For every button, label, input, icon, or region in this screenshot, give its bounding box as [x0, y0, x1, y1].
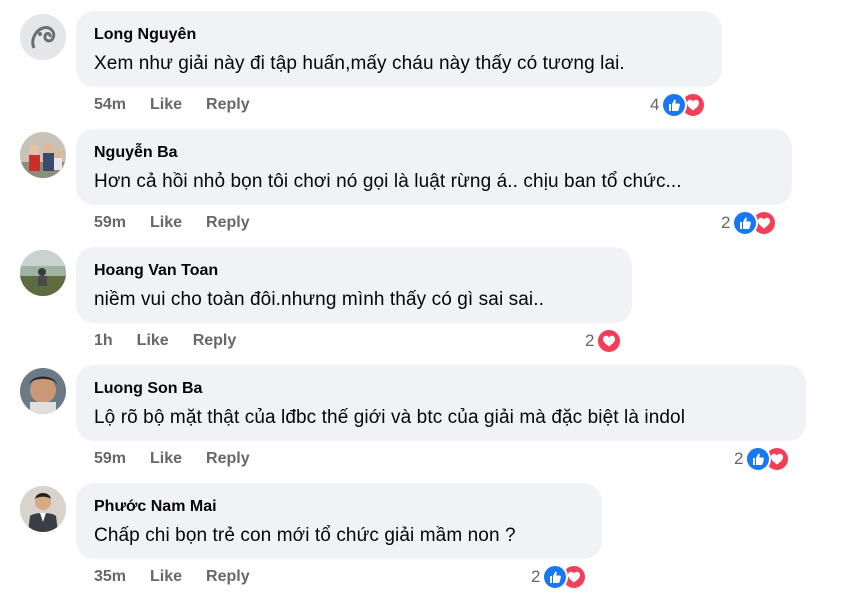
comment: Long Nguyên Xem như giải này đi tập huấn…	[0, 0, 845, 118]
reaction-summary[interactable]: 4	[650, 92, 707, 118]
comment-timestamp[interactable]: 59m	[94, 214, 126, 232]
comment-bubble: Phước Nam Mai Chấp chi bọn trẻ con mới t…	[76, 483, 602, 559]
like-button[interactable]: Like	[150, 450, 182, 468]
comment-text: Lộ rõ bộ mặt thật của lđbc thế giới và b…	[94, 407, 686, 428]
reply-button[interactable]: Reply	[206, 214, 250, 232]
reaction-summary[interactable]: 2	[531, 564, 588, 590]
comment: Phước Nam Mai Chấp chi bọn trẻ con mới t…	[0, 472, 845, 590]
comment-text: Chấp chi bọn trẻ con mới tổ chức giải mầ…	[94, 525, 516, 546]
like-button[interactable]: Like	[150, 568, 182, 586]
like-button[interactable]: Like	[137, 332, 169, 350]
reaction-count: 2	[734, 449, 744, 468]
comment-text: niềm vui cho toàn đôi.nhưng mình thấy có…	[94, 289, 544, 310]
comment-bubble: Hoang Van Toan niềm vui cho toàn đôi.như…	[76, 247, 632, 323]
comment-actions: 54m Like Reply	[94, 95, 250, 115]
comment-actions: 59m Like Reply	[94, 213, 250, 233]
avatar[interactable]	[20, 132, 66, 178]
reply-button[interactable]: Reply	[206, 96, 250, 114]
comment-timestamp[interactable]: 59m	[94, 450, 126, 468]
comment: Luong Son Ba Lộ rõ bộ mặt thật của lđbc …	[0, 354, 845, 472]
comment-author[interactable]: Hoang Van Toan	[94, 261, 614, 281]
comment-bubble: Nguyễn Ba Hơn cả hồi nhỏ bọn tôi chơi nó…	[76, 129, 792, 205]
reply-button[interactable]: Reply	[193, 332, 237, 350]
comment-timestamp[interactable]: 1h	[94, 332, 113, 350]
avatar[interactable]	[20, 250, 66, 296]
reply-button[interactable]: Reply	[206, 450, 250, 468]
comment-timestamp[interactable]: 35m	[94, 568, 126, 586]
comment-author[interactable]: Luong Son Ba	[94, 379, 788, 399]
avatar[interactable]	[20, 486, 66, 532]
reaction-count: 2	[585, 331, 595, 350]
reaction-count: 2	[721, 213, 731, 232]
comment-text: Hơn cả hồi nhỏ bọn tôi chơi nó gọi là lu…	[94, 171, 682, 192]
like-button[interactable]: Like	[150, 214, 182, 232]
comment-text: Xem như giải này đi tập huấn,mấy cháu nà…	[94, 53, 625, 74]
avatar[interactable]	[20, 14, 66, 60]
comment-actions: 59m Like Reply	[94, 449, 250, 469]
comment-actions: 35m Like Reply	[94, 567, 250, 587]
comment-author[interactable]: Phước Nam Mai	[94, 497, 584, 517]
comment: Nguyễn Ba Hơn cả hồi nhỏ bọn tôi chơi nó…	[0, 118, 845, 236]
like-button[interactable]: Like	[150, 96, 182, 114]
comment-bubble: Long Nguyên Xem như giải này đi tập huấn…	[76, 11, 722, 87]
comment-actions: 1h Like Reply	[94, 331, 236, 351]
love-icon	[596, 328, 623, 354]
comment: Hoang Van Toan niềm vui cho toàn đôi.như…	[0, 236, 845, 354]
reaction-summary[interactable]: 2	[721, 210, 778, 236]
reaction-count: 2	[531, 567, 541, 586]
comment-bubble: Luong Son Ba Lộ rõ bộ mặt thật của lđbc …	[76, 365, 806, 441]
reaction-summary[interactable]: 2	[585, 328, 623, 354]
reply-button[interactable]: Reply	[206, 568, 250, 586]
avatar[interactable]	[20, 368, 66, 414]
reaction-summary[interactable]: 2	[734, 446, 791, 472]
comment-timestamp[interactable]: 54m	[94, 96, 126, 114]
reaction-count: 4	[650, 95, 660, 114]
comment-author[interactable]: Long Nguyên	[94, 25, 704, 45]
comment-author[interactable]: Nguyễn Ba	[94, 143, 774, 163]
